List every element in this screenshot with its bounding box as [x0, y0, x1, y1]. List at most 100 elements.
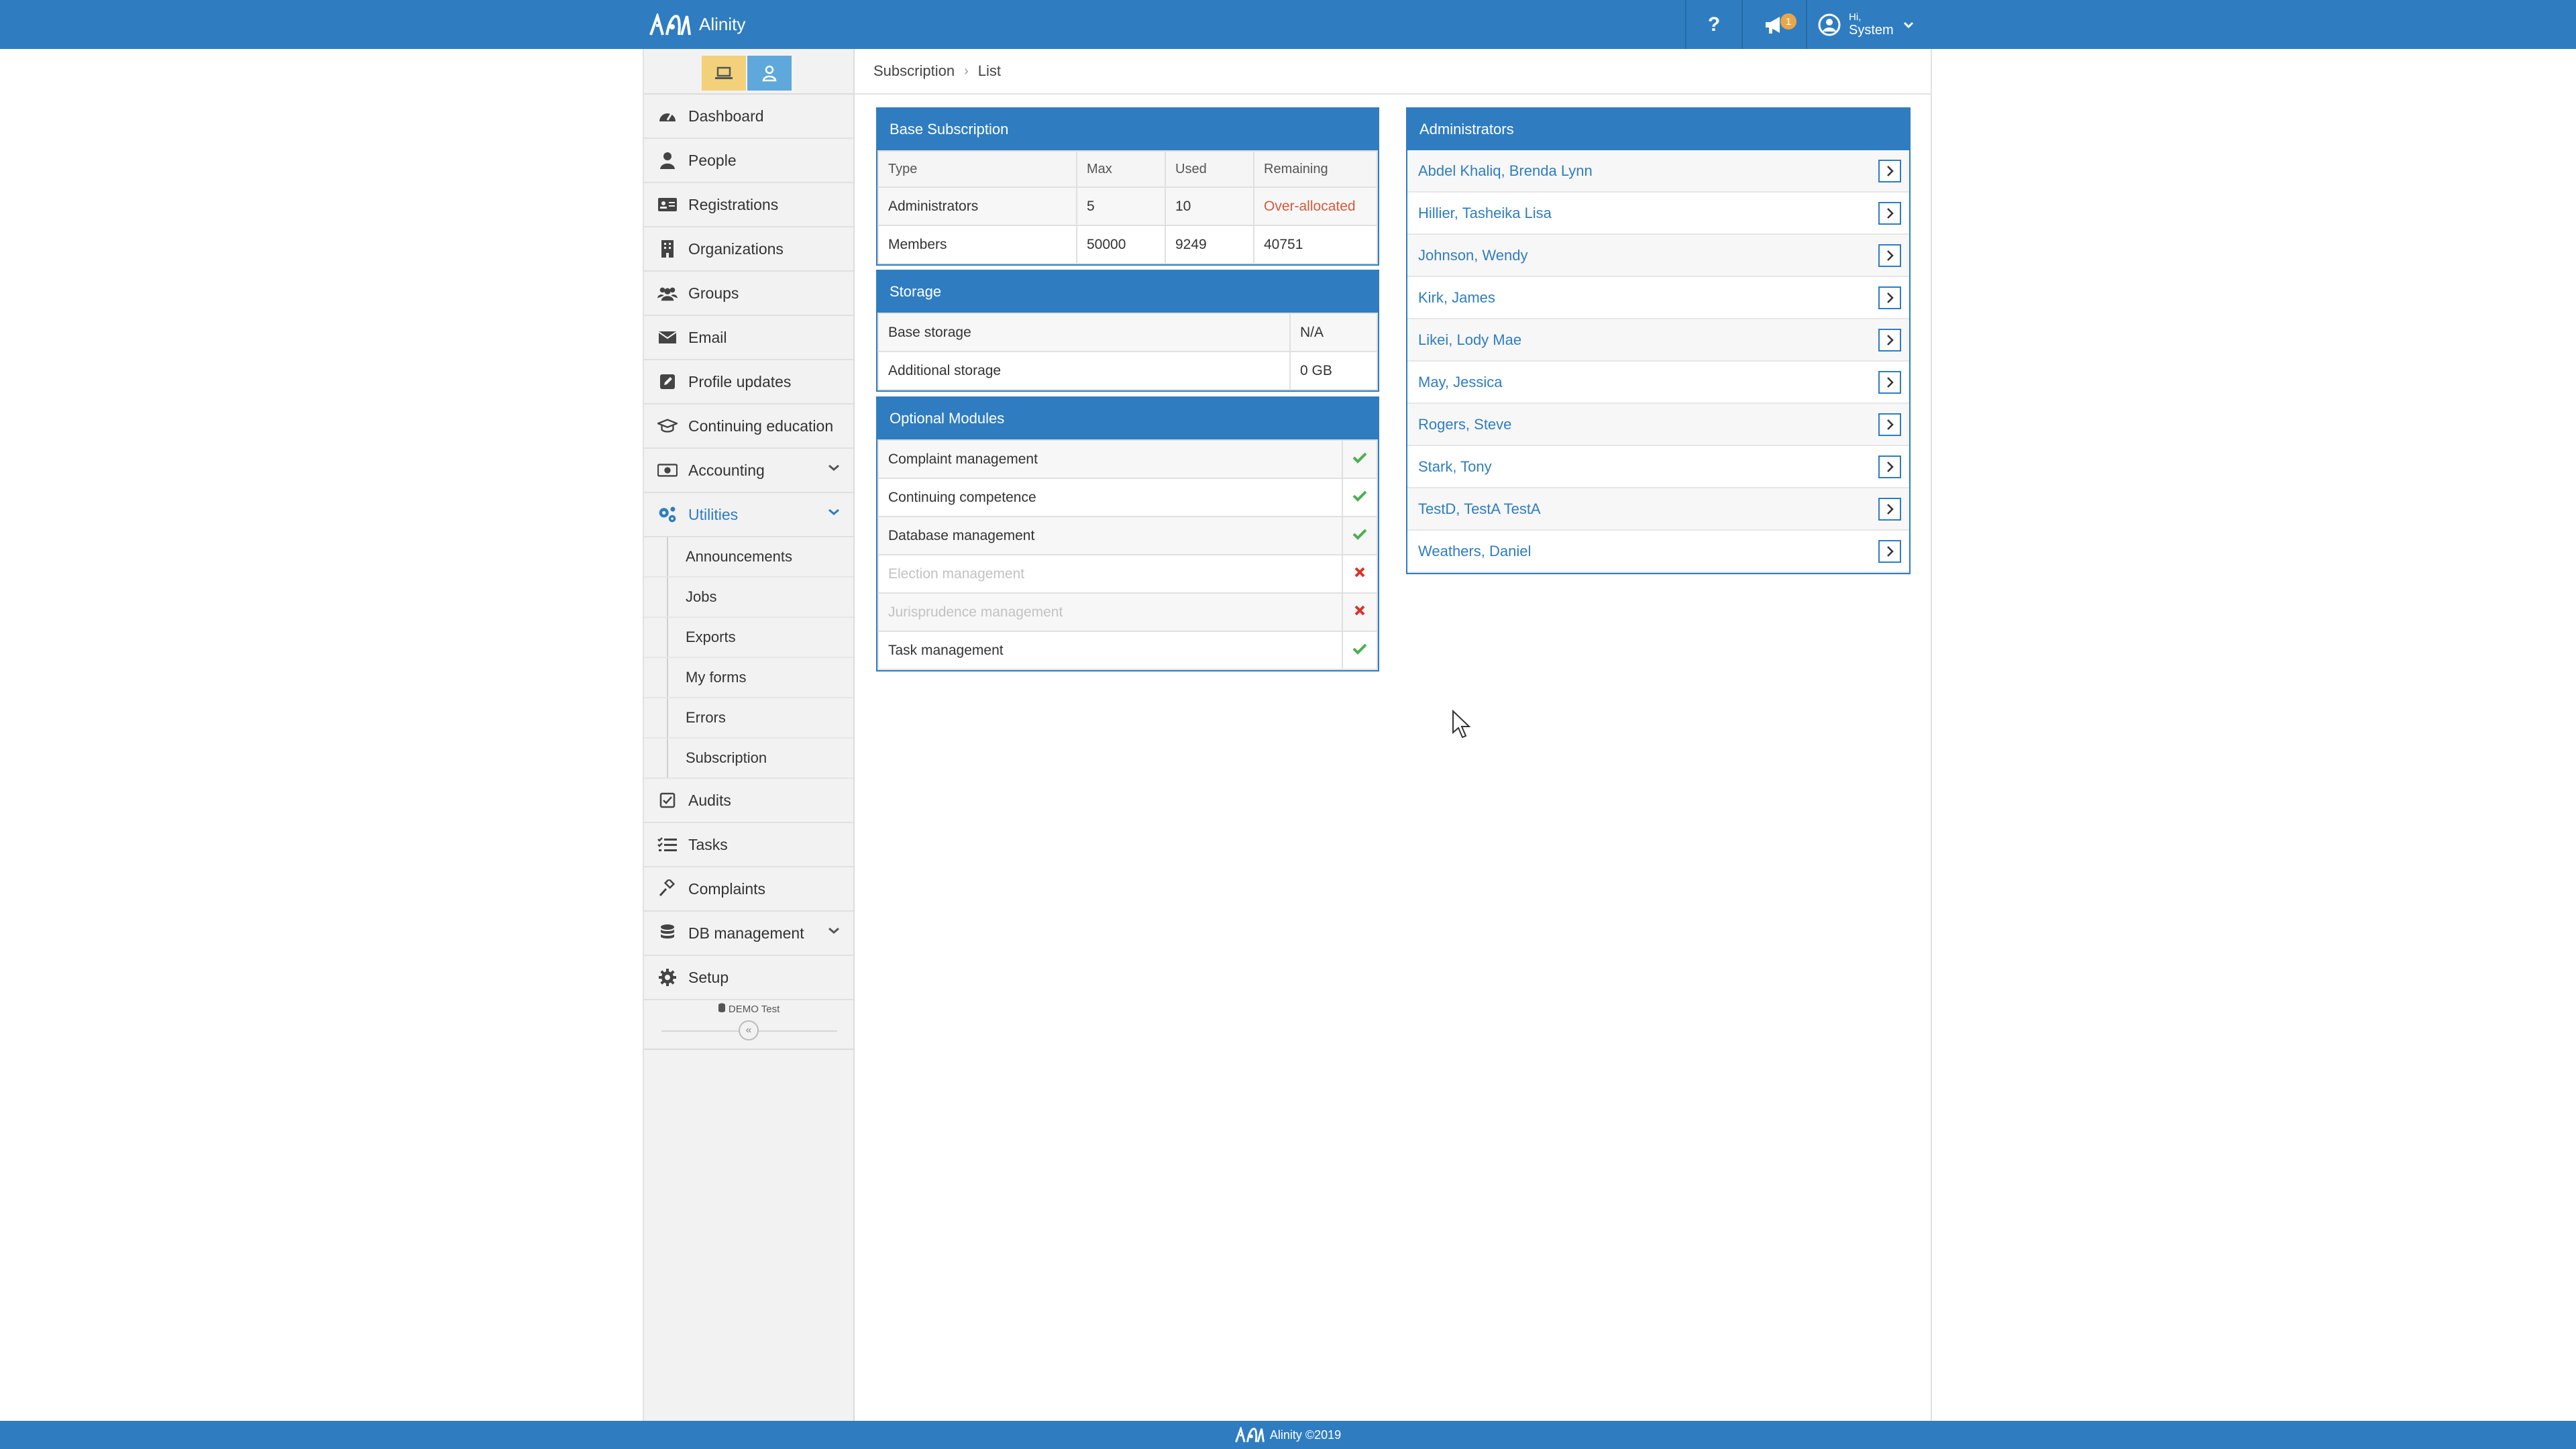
alinity-logo-icon: [649, 13, 691, 36]
money-icon: [657, 460, 678, 480]
chevron-right-icon: [1887, 504, 1894, 515]
collapse-sidebar-button[interactable]: «: [739, 1020, 759, 1040]
breadcrumb-item-subscription[interactable]: Subscription: [873, 62, 955, 80]
breadcrumb: Subscription › List: [855, 49, 1931, 95]
list-item: Kirk, James: [1407, 277, 1909, 319]
user-greeting: Hi, System: [1849, 11, 1894, 38]
module-status: [1342, 554, 1378, 594]
column-header-max: Max: [1076, 150, 1166, 188]
sidebar-item-label: DB management: [688, 924, 804, 942]
sidebar-item-label: Continuing education: [688, 417, 834, 435]
storage-panel: Storage Base storage N/A Additional stor…: [876, 270, 1379, 392]
sidebar-subitem-errors[interactable]: Errors: [644, 698, 853, 739]
sidebar-item-audits[interactable]: Audits: [644, 779, 853, 823]
sidebar-item-label: Accounting: [688, 461, 765, 479]
sidebar-item-email[interactable]: Email: [644, 316, 853, 360]
base-subscription-table: Type Max Used Remaining Administrators 5…: [877, 150, 1378, 264]
panel-title: Optional Modules: [877, 398, 1378, 439]
sidebar-item-people[interactable]: People: [644, 139, 853, 183]
list-item: May, Jessica: [1407, 362, 1909, 404]
module-status: [1342, 516, 1378, 555]
sidebar-item-db-management[interactable]: DB management: [644, 912, 853, 956]
open-admin-button[interactable]: [1878, 244, 1901, 267]
list-item: Weathers, Daniel: [1407, 531, 1909, 573]
sidebar-item-groups[interactable]: Groups: [644, 272, 853, 316]
sidebar-item-organizations[interactable]: Organizations: [644, 227, 853, 272]
module-name: Task management: [877, 631, 1343, 670]
top-bar-inner: Alinity ? 1 Hi, System: [643, 0, 1932, 49]
admin-name-link[interactable]: May, Jessica: [1418, 374, 1503, 391]
sidebar-subitem-exports[interactable]: Exports: [644, 618, 853, 658]
sidebar-item-label: Organizations: [688, 239, 784, 258]
person-outline-icon: [762, 65, 777, 82]
sidebar-subitem-subscription[interactable]: Subscription: [644, 739, 853, 779]
open-admin-button[interactable]: [1878, 455, 1901, 478]
open-admin-button[interactable]: [1878, 413, 1901, 436]
open-admin-button[interactable]: [1878, 371, 1901, 394]
brand-name: Alinity: [699, 14, 746, 34]
person-view-button[interactable]: [747, 56, 792, 91]
sidebar-item-utilities[interactable]: Utilities: [644, 493, 853, 537]
sidebar-subitem-jobs[interactable]: Jobs: [644, 578, 853, 618]
announcements-button[interactable]: 1: [1741, 0, 1806, 49]
cell-max: 50000: [1076, 225, 1166, 264]
admin-name-link[interactable]: Stark, Tony: [1418, 458, 1492, 476]
admin-name-link[interactable]: Rogers, Steve: [1418, 416, 1511, 433]
chevron-right-icon: [1887, 546, 1894, 557]
sidebar-item-label: People: [688, 151, 737, 169]
check-icon: [1352, 529, 1367, 540]
sidebar-item-continuing-education[interactable]: Continuing education: [644, 405, 853, 449]
sidebar-item-accounting[interactable]: Accounting: [644, 449, 853, 493]
administrators-list: Abdel Khaliq, Brenda Lynn Hillier, Tashe…: [1407, 150, 1909, 573]
cell-storage-type: Base storage: [877, 313, 1291, 352]
database-small-icon: [718, 1003, 725, 1012]
admin-name-link[interactable]: Abdel Khaliq, Brenda Lynn: [1418, 162, 1593, 180]
alinity-logo-icon: [1235, 1427, 1265, 1443]
admin-name-link[interactable]: Kirk, James: [1418, 289, 1495, 307]
sidebar-item-profile-updates[interactable]: Profile updates: [644, 360, 853, 405]
environment-name: DEMO Test: [728, 1004, 780, 1015]
user-menu-button[interactable]: Hi, System: [1806, 0, 1932, 49]
chevron-right-icon: [1887, 335, 1894, 345]
environment-area: DEMO Test «: [644, 1000, 853, 1050]
sidebar-subitem-my-forms[interactable]: My forms: [644, 658, 853, 698]
list-item: Johnson, Wendy: [1407, 235, 1909, 277]
chevron-right-icon: [1887, 208, 1894, 219]
open-admin-button[interactable]: [1878, 202, 1901, 225]
open-admin-button[interactable]: [1878, 329, 1901, 352]
cell-remaining: 40751: [1253, 225, 1378, 264]
panel-title: Storage: [877, 271, 1378, 313]
module-status: [1342, 439, 1378, 479]
admin-name-link[interactable]: Weathers, Daniel: [1418, 543, 1531, 560]
sidebar-item-tasks[interactable]: Tasks: [644, 823, 853, 867]
sidebar-item-registrations[interactable]: Registrations: [644, 183, 853, 227]
cell-used: 9249: [1165, 225, 1254, 264]
admin-name-link[interactable]: Likei, Lody Mae: [1418, 331, 1521, 349]
cell-storage-value: N/A: [1289, 313, 1378, 352]
desktop-view-button[interactable]: [702, 56, 746, 91]
chevron-right-icon: [1887, 462, 1894, 472]
sidebar-item-complaints[interactable]: Complaints: [644, 867, 853, 912]
open-admin-button[interactable]: [1878, 286, 1901, 309]
list-item: Abdel Khaliq, Brenda Lynn: [1407, 150, 1909, 193]
sidebar-item-label: Setup: [688, 968, 729, 986]
admin-name-link[interactable]: TestD, TestA TestA: [1418, 500, 1541, 518]
base-subscription-panel: Base Subscription Type Max Used Remainin…: [876, 107, 1379, 266]
open-admin-button[interactable]: [1878, 540, 1901, 563]
sidebar-item-dashboard[interactable]: Dashboard: [644, 95, 853, 139]
users-icon: [657, 283, 678, 303]
admin-name-link[interactable]: Johnson, Wendy: [1418, 247, 1527, 264]
sidebar-item-setup[interactable]: Setup: [644, 956, 853, 1000]
open-admin-button[interactable]: [1878, 160, 1901, 182]
chevron-right-icon: [1887, 292, 1894, 303]
brand[interactable]: Alinity: [649, 0, 745, 49]
sidebar-subitem-announcements[interactable]: Announcements: [644, 537, 853, 578]
open-admin-button[interactable]: [1878, 498, 1901, 521]
table-row: Members 50000 9249 40751: [877, 225, 1378, 264]
list-item: Rogers, Steve: [1407, 404, 1909, 446]
help-button[interactable]: ?: [1685, 0, 1741, 49]
table-row: Continuing competence: [877, 478, 1378, 517]
envelope-icon: [657, 327, 678, 347]
id-card-icon: [657, 195, 678, 215]
admin-name-link[interactable]: Hillier, Tasheika Lisa: [1418, 205, 1552, 222]
